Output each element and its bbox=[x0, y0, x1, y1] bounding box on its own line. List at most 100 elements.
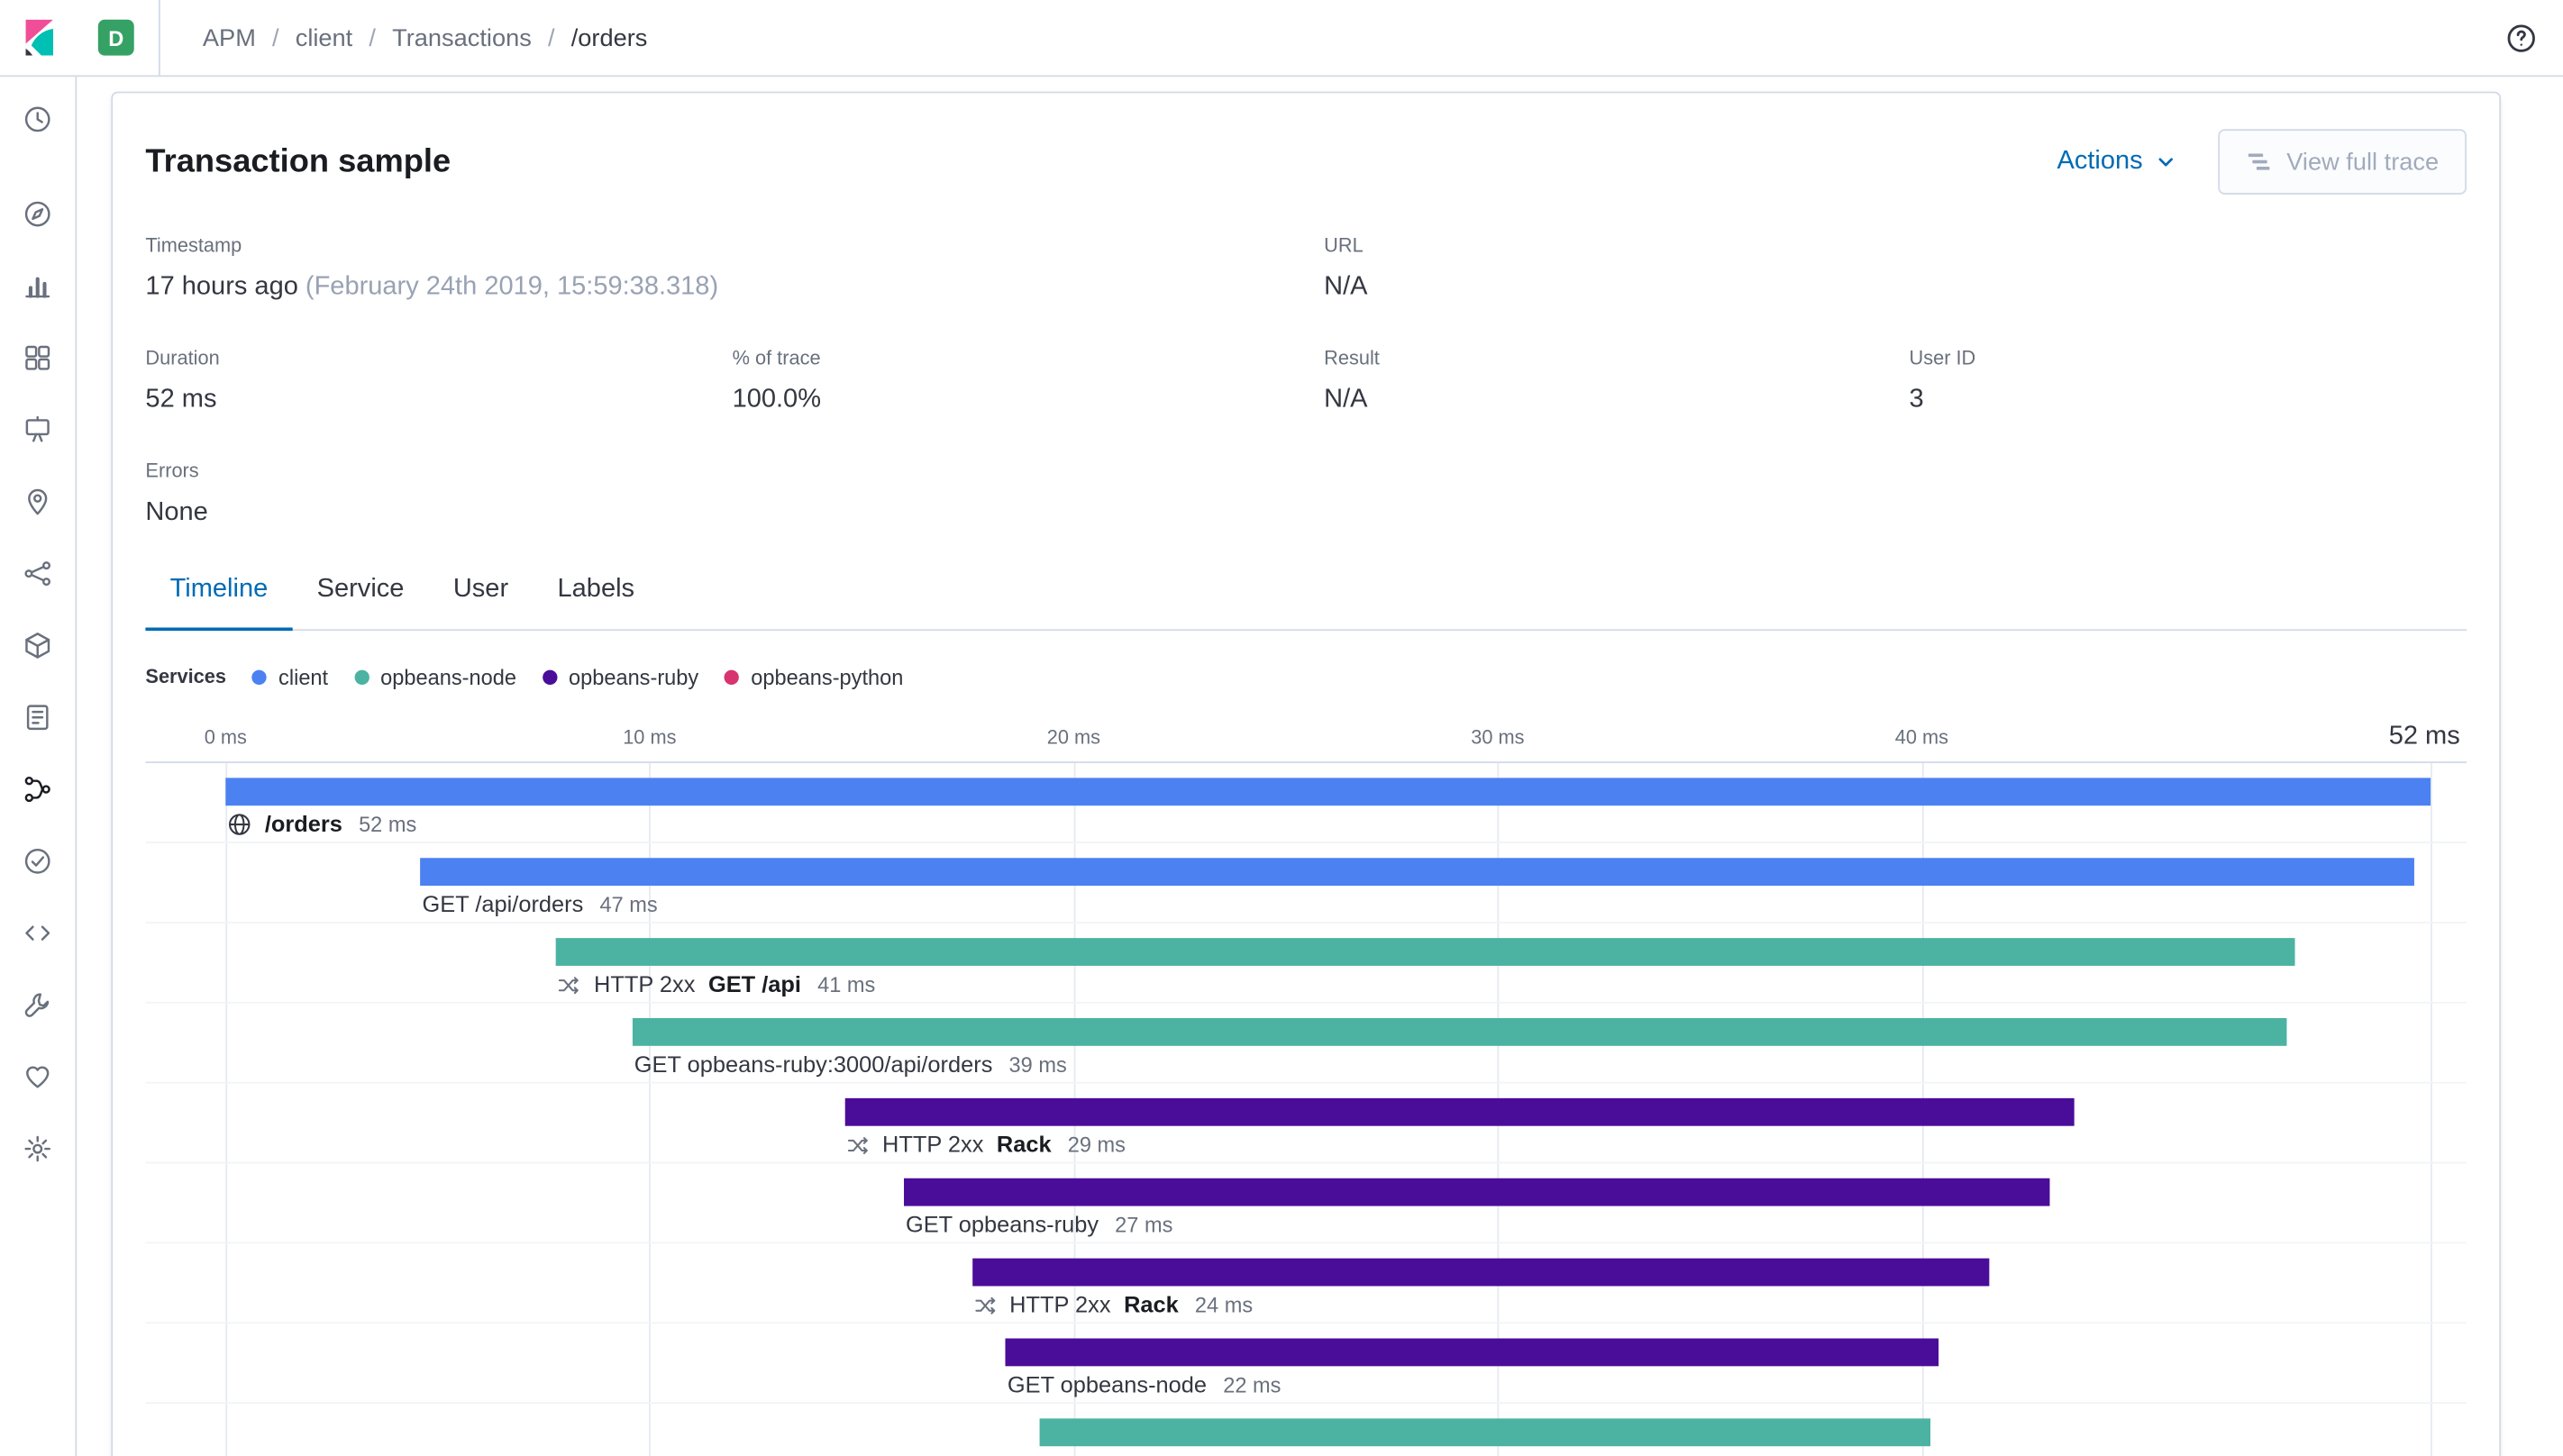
breadcrumb-item-transactions[interactable]: Transactions bbox=[392, 23, 532, 51]
legend-item-opbeans-node: opbeans-node bbox=[354, 664, 516, 689]
actions-menu-button[interactable]: Actions bbox=[2057, 147, 2175, 177]
page-title: Transaction sample bbox=[145, 142, 451, 179]
waterfall-row[interactable]: GET /api/orders 47 ms bbox=[145, 843, 2467, 924]
total-duration-label: 52 ms bbox=[2388, 722, 2460, 751]
panel-header: Transaction sample Actions View full tra… bbox=[145, 129, 2467, 195]
transaction-bar[interactable] bbox=[971, 1258, 1990, 1287]
view-full-trace-label: View full trace bbox=[2286, 148, 2440, 176]
sidebar-item-maps[interactable] bbox=[0, 468, 75, 540]
sidebar-item-apm[interactable] bbox=[0, 755, 75, 827]
transaction-bar[interactable] bbox=[556, 938, 2295, 966]
item-duration: 22 ms bbox=[1223, 1372, 1282, 1397]
waterfall-row[interactable]: GET opbeans-node 22 ms bbox=[145, 1324, 2467, 1405]
waterfall-row[interactable]: HTTP 2xx GET /api 41 ms bbox=[145, 924, 2467, 1004]
bar-chart-icon bbox=[23, 270, 52, 305]
kibana-logo-icon[interactable] bbox=[22, 19, 58, 56]
item-name: Rack bbox=[1124, 1290, 1179, 1317]
chevron-down-icon bbox=[2156, 152, 2175, 172]
document-lines-icon bbox=[23, 702, 52, 736]
nodes-icon bbox=[23, 558, 52, 592]
breadcrumb-item-apm[interactable]: APM bbox=[203, 23, 256, 51]
item-name: GET opbeans-ruby bbox=[905, 1211, 1099, 1238]
tab-labels[interactable]: Labels bbox=[533, 572, 659, 631]
top-header: D APM / client / Transactions / /orders bbox=[0, 0, 2563, 77]
item-duration: 24 ms bbox=[1194, 1292, 1254, 1317]
item-result-label: HTTP 2xx bbox=[881, 1131, 984, 1158]
sidebar-item-visualize[interactable] bbox=[0, 251, 75, 323]
sidebar-item-code[interactable] bbox=[0, 899, 75, 971]
item-duration: 21 ms bbox=[1301, 1451, 1359, 1456]
waterfall-item-label: HTTP 2xx Rack 29 ms bbox=[846, 1131, 1126, 1159]
item-result-label: HTTP 2xx bbox=[1077, 1451, 1178, 1456]
field-user-id: User ID 3 bbox=[1909, 346, 1976, 414]
waterfall-item-label: HTTP 2xx GET /api 21 ms bbox=[1042, 1451, 1359, 1456]
transaction-bar[interactable] bbox=[1039, 1418, 1930, 1447]
sidebar-item-dev-tools[interactable] bbox=[0, 970, 75, 1042]
breadcrumb-separator: / bbox=[547, 23, 555, 52]
gear-icon bbox=[23, 1133, 52, 1168]
sidebar-nav bbox=[0, 180, 75, 1187]
sidebar-item-canvas[interactable] bbox=[0, 396, 75, 468]
metadata-row: Timestamp 17 hours ago (February 24th 20… bbox=[145, 233, 2467, 305]
transaction-bar[interactable] bbox=[844, 1097, 2075, 1126]
span-bar[interactable] bbox=[1006, 1338, 1939, 1367]
waterfall-row[interactable]: GET opbeans-ruby:3000/api/orders 39 ms bbox=[145, 1004, 2467, 1084]
sidebar-item-discover[interactable] bbox=[0, 180, 75, 252]
panel-header-actions: Actions View full trace bbox=[2057, 129, 2467, 195]
clock-icon bbox=[23, 104, 52, 138]
sidebar-item-uptime[interactable] bbox=[0, 827, 75, 899]
waterfall-item-label: GET /api/orders 47 ms bbox=[423, 891, 658, 919]
legend-title: Services bbox=[145, 665, 227, 688]
axis-tick: 10 ms bbox=[623, 725, 677, 749]
span-bar[interactable] bbox=[904, 1178, 2049, 1206]
time-axis: 52 ms 0 ms 10 ms 20 ms 30 ms 40 ms bbox=[145, 699, 2467, 764]
waterfall-row[interactable]: /orders 52 ms bbox=[145, 763, 2467, 843]
item-name: Rack bbox=[996, 1131, 1052, 1158]
check-circle-icon bbox=[23, 846, 52, 880]
merge-arrows-icon bbox=[846, 1133, 869, 1156]
space-badge[interactable]: D bbox=[97, 19, 134, 56]
tab-service[interactable]: Service bbox=[292, 572, 428, 631]
sidebar-item-management[interactable] bbox=[0, 1115, 75, 1187]
axis-tick: 40 ms bbox=[1894, 725, 1949, 749]
span-bar[interactable] bbox=[632, 1017, 2287, 1046]
waterfall-item-label: GET opbeans-node 22 ms bbox=[1008, 1371, 1282, 1399]
sidebar-item-logs[interactable] bbox=[0, 683, 75, 755]
sidebar-item-dashboard[interactable] bbox=[0, 323, 75, 396]
client-color-dot bbox=[252, 669, 268, 685]
easel-icon bbox=[23, 414, 52, 449]
compass-icon bbox=[23, 198, 52, 232]
item-duration: 29 ms bbox=[1067, 1132, 1126, 1158]
help-icon[interactable] bbox=[2506, 22, 2537, 52]
view-full-trace-button[interactable]: View full trace bbox=[2218, 129, 2467, 195]
waterfall-item-label: /orders 52 ms bbox=[227, 811, 416, 839]
waterfall-item-label: HTTP 2xx GET /api 41 ms bbox=[558, 970, 875, 998]
item-duration: 41 ms bbox=[817, 972, 876, 997]
waterfall-row[interactable]: HTTP 2xx Rack 24 ms bbox=[145, 1243, 2467, 1324]
map-pin-icon bbox=[23, 487, 52, 521]
cube-icon bbox=[23, 630, 52, 664]
axis-tick: 30 ms bbox=[1471, 725, 1525, 749]
trace-icon bbox=[2246, 149, 2272, 175]
merge-arrows-icon bbox=[973, 1294, 996, 1316]
breadcrumb-item-client[interactable]: client bbox=[296, 23, 353, 51]
sidebar-item-stack-monitoring[interactable] bbox=[0, 1042, 75, 1115]
globe-icon bbox=[227, 812, 251, 836]
field-errors: Errors None bbox=[145, 459, 208, 527]
waterfall-row[interactable]: HTTP 2xx Rack 29 ms bbox=[145, 1084, 2467, 1164]
legend-item-opbeans-ruby: opbeans-ruby bbox=[542, 664, 698, 689]
waterfall-row[interactable]: HTTP 2xx GET /api 21 ms bbox=[145, 1404, 2467, 1456]
sidebar-item-infrastructure[interactable] bbox=[0, 611, 75, 683]
breadcrumb-item-orders: /orders bbox=[570, 23, 648, 52]
field-result: Result N/A bbox=[1324, 346, 1380, 414]
waterfall-row[interactable]: GET opbeans-ruby 27 ms bbox=[145, 1163, 2467, 1244]
sidebar-item-recently-viewed[interactable] bbox=[0, 85, 75, 157]
transaction-bar[interactable] bbox=[225, 778, 2431, 806]
tab-user[interactable]: User bbox=[429, 572, 534, 631]
opbeans-python-color-dot bbox=[725, 669, 740, 685]
axis-tick: 20 ms bbox=[1046, 725, 1101, 749]
sidebar-item-machine-learning[interactable] bbox=[0, 540, 75, 612]
tabs: Timeline Service User Labels bbox=[145, 572, 2467, 632]
span-bar[interactable] bbox=[420, 858, 2414, 887]
tab-timeline[interactable]: Timeline bbox=[145, 572, 293, 632]
